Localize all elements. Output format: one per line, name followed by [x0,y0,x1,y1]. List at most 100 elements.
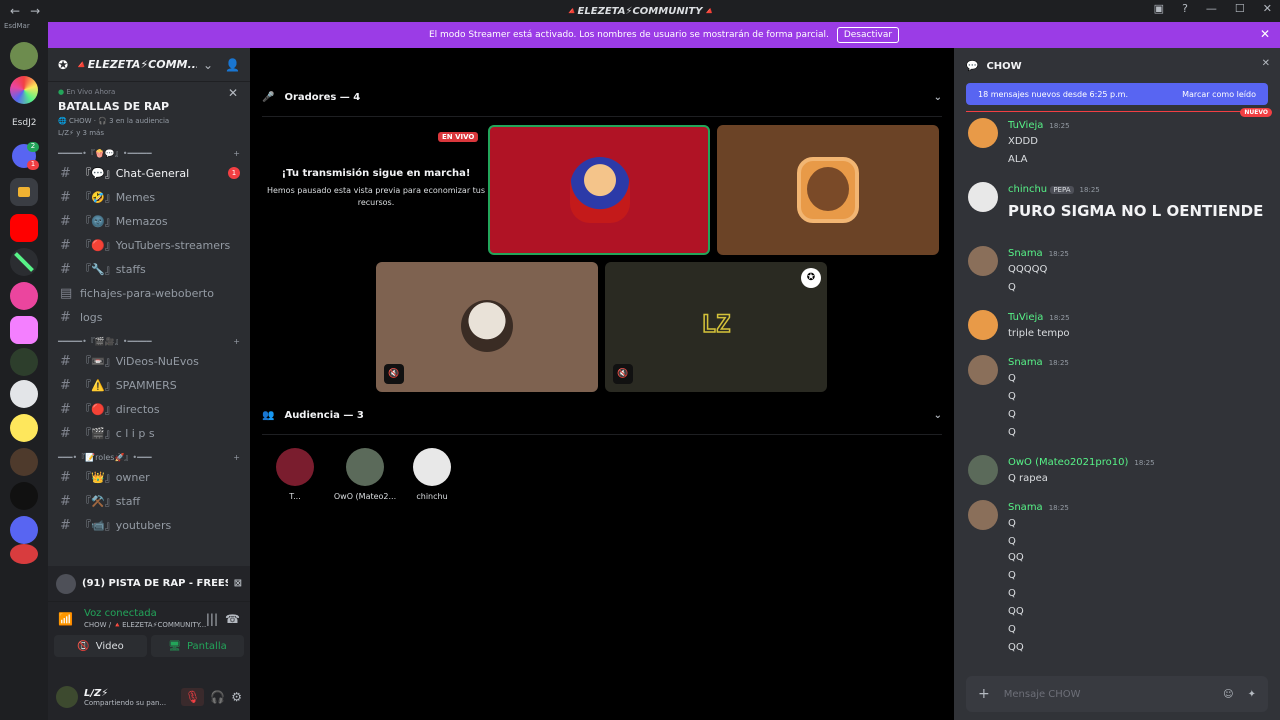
role-tag: PEPA [1050,186,1074,194]
video-button[interactable]: 📵 Video [54,635,147,657]
sword-server-icon[interactable] [10,248,38,276]
server-icon[interactable] [10,282,38,310]
channel-item[interactable]: # 『📼』ViDeos-NuEvos [48,349,250,373]
settings-gear-icon[interactable]: ⚙ [231,690,242,704]
maximize-icon[interactable]: ☐ [1235,2,1245,15]
server-icon[interactable] [10,516,38,544]
signal-icon[interactable]: 📶 [58,612,73,626]
channel-item[interactable]: # 『🎬』c l i p s [48,421,250,445]
audience-member[interactable]: T... [271,448,319,501]
help-icon[interactable]: ? [1182,2,1188,15]
add-channel-icon[interactable]: + [233,337,240,346]
server-label-mid: EsdJ2 [12,118,37,128]
channel-item[interactable]: # 『⚒️』staff [48,489,250,513]
channel-item[interactable]: # 『💬』Chat-General 1 [48,161,250,185]
add-attachment-icon[interactable]: + [978,686,990,702]
channel-label: 『📼』ViDeos-NuEvos [80,355,199,368]
disable-streamer-button[interactable]: Desactivar [836,27,900,43]
channel-item[interactable]: # logs [48,305,250,329]
server-icon[interactable] [10,316,38,344]
category-header[interactable]: ━━━━━•『🎬🎥』•━━━━━ + [48,333,250,349]
speaker-tile[interactable] [488,125,710,255]
channel-item[interactable]: # 『🌚』Memazos [48,209,250,233]
channel-item[interactable]: # 『🔧』staffs [48,257,250,281]
speaker-tile[interactable] [717,125,939,255]
close-window-icon[interactable]: ✕ [1263,2,1272,15]
speaker-tile[interactable]: LZ ✪ 🔇 [605,262,827,392]
stream-row[interactable]: (91) PISTA DE RAP - FREESTYLE 14 ... ⊠ [48,566,250,602]
emoji-icon[interactable]: ☺ [1223,689,1233,700]
message-author[interactable]: Snama [1008,248,1043,259]
chevron-down-icon[interactable]: ⌄ [934,92,942,103]
close-banner-icon[interactable]: ✕ [1260,27,1270,41]
noise-icon[interactable]: ||| [206,612,218,626]
speakers-header[interactable]: 🎤 Oradores — 4 ⌄ [262,92,942,103]
channel-item[interactable]: # 『🔴』directos [48,397,250,421]
back-icon[interactable]: ← [10,4,20,18]
server-icon[interactable] [10,42,38,70]
channel-item[interactable]: ▤ fichajes-para-weboberto [48,281,250,305]
message-author[interactable]: TuVieja [1008,120,1043,131]
avatar[interactable] [968,182,998,212]
message-line: Q [1008,624,1016,635]
channel-item[interactable]: # 『👑』owner [48,465,250,489]
mark-read-button[interactable]: Marcar como leído [1182,90,1256,99]
channel-item[interactable]: # 『📹』youtubers [48,513,250,537]
add-member-icon[interactable]: 👤 [225,58,240,72]
inbox-icon[interactable]: ▣ [1154,2,1164,15]
server-icon[interactable] [10,380,38,408]
speaker-avatar [461,300,513,352]
category-header[interactable]: ━━━•『📝roles🚀』•━━━ + [48,449,250,465]
message-author[interactable]: Snama [1008,357,1043,368]
live-event-card[interactable]: ● En Vivo Ahora ✕ BATALLAS DE RAP 🌐 CHOW… [48,82,250,141]
avatar[interactable] [968,246,998,276]
message-author[interactable]: Snama [1008,502,1043,513]
category-header[interactable]: ━━━━━•『🍿💬』•━━━━━ + [48,145,250,161]
stream-watch-icon[interactable]: ✪ [801,268,821,288]
add-channel-icon[interactable]: + [233,453,240,462]
server-icon[interactable] [10,448,38,476]
new-messages-bar[interactable]: 18 mensajes nuevos desde 6:25 p.m. Marca… [966,83,1268,105]
message-author[interactable]: chinchu [1008,184,1047,195]
server-icon[interactable] [10,482,38,510]
guild-header[interactable]: ✪ 🔺ELEZETA⚡COMM... ⌄ 👤 [48,48,250,82]
speaker-tile[interactable]: 🔇 [376,262,598,392]
disconnect-icon[interactable]: ☎ [225,612,240,626]
avatar[interactable] [968,500,998,530]
close-chat-icon[interactable]: ✕ [1262,58,1270,69]
apps-icon[interactable]: ✦ [1248,689,1256,700]
server-icon[interactable] [10,544,38,564]
minimize-icon[interactable]: — [1206,2,1217,15]
user-status: Compartiendo su pan... [84,698,167,707]
message-input[interactable]: Mensaje CHOW [1004,689,1209,700]
user-avatar[interactable] [56,686,78,708]
avatar[interactable] [968,118,998,148]
close-live-icon[interactable]: ✕ [228,86,238,100]
folder-icon[interactable] [10,178,38,206]
forward-icon[interactable]: → [30,4,40,18]
message-author[interactable]: TuVieja [1008,312,1043,323]
stop-stream-icon[interactable]: ⊠ [234,578,242,589]
hash-icon: # [60,425,71,441]
avatar[interactable] [968,355,998,385]
chevron-down-icon[interactable]: ⌄ [934,410,942,421]
mic-muted-icon[interactable]: 🎙 [181,688,205,706]
audience-header[interactable]: 👥 Audiencia — 3 ⌄ [262,410,942,421]
channel-item[interactable]: # 『🔴』YouTubers-streamers [48,233,250,257]
scream-emoji-server-icon[interactable] [10,414,38,442]
channel-label: 『🌚』Memazos [80,215,168,228]
server-icon[interactable] [10,348,38,376]
avatar[interactable] [968,310,998,340]
channel-item[interactable]: # 『⚠️』SPAMMERS [48,373,250,397]
server-icon[interactable] [10,76,38,104]
audience-member[interactable]: OwO (Mateo2... [330,448,400,501]
youtube-server-icon[interactable] [10,214,38,242]
message-line: Q [1008,391,1016,402]
avatar[interactable] [968,455,998,485]
add-channel-icon[interactable]: + [233,149,240,158]
screen-button[interactable]: 🖥 Pantalla [151,635,244,657]
channel-item[interactable]: # 『🤣』Memes [48,185,250,209]
audience-member[interactable]: chinchu [408,448,456,501]
headphones-icon[interactable]: 🎧 [210,690,225,704]
message-author[interactable]: OwO (Mateo2021pro10) [1008,457,1128,468]
